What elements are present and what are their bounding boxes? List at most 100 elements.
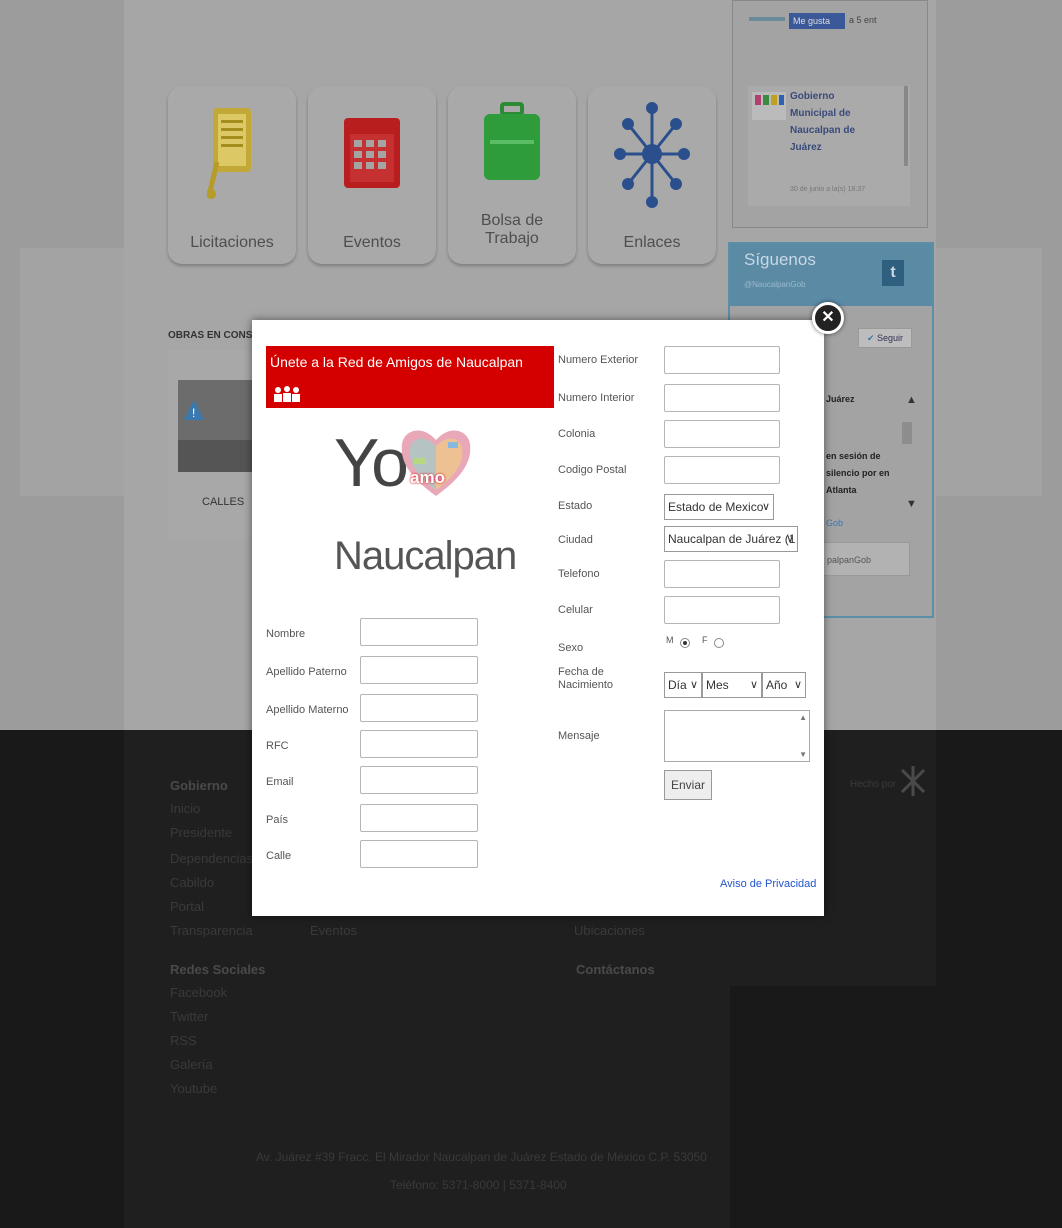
scroll-down-icon: ▼ [799,750,807,759]
field-label: Numero Exterior [558,354,639,366]
modal-banner: Únete a la Red de Amigos de Naucalpan [266,346,554,408]
privacy-link[interactable]: Aviso de Privacidad [720,878,816,890]
sexo-f-radio[interactable] [714,638,724,648]
pais-input[interactable] [360,804,478,832]
numero-interior-input[interactable] [664,384,780,412]
footer-link[interactable]: Inicio [170,800,200,818]
estado-value: Estado de Mexico [668,500,764,514]
logo-yo: Yo [334,425,409,501]
post-author[interactable]: Gobierno Municipal de Naucalpan de Juáre… [790,88,870,156]
tweet-input[interactable]: palpanGob [810,542,910,576]
telefono-input[interactable] [664,560,780,588]
footer-link[interactable]: Galería [170,1056,213,1074]
tweet-scrollbar[interactable] [902,422,912,444]
footer-phone: Teléfono: 5371-8000 | 5371-8400 [390,1178,567,1192]
twitter-header: Síguenos @NaucalpanGob t [730,244,932,306]
field-label: Estado [558,500,593,512]
ciudad-select[interactable]: Naucalpan de Juárez (1 ∨ [664,526,798,552]
calendar-icon [344,118,400,188]
field-label: Colonia [558,428,596,440]
scrollbar[interactable] [904,86,908,166]
tile-label: Bolsa de Trabajo [480,212,544,247]
like-button[interactable]: Me gusta [789,13,845,29]
footer-link[interactable]: Twitter [170,1008,208,1026]
footer-address: Av. Juárez #39 Fracc. El Mirador Naucalp… [256,1150,707,1164]
estado-select[interactable]: Estado de Mexico ∨ [664,494,774,520]
footer-link[interactable]: Dependencias [170,850,253,868]
field-label: Email [266,776,294,788]
tile-licitaciones[interactable]: Licitaciones [168,86,296,264]
numero-exterior-input[interactable] [664,346,780,374]
field-label: Telefono [558,568,600,580]
tile-label: Enlaces [623,234,681,251]
field-label: Apellido Materno [266,704,349,716]
anio-value: Año [766,678,788,692]
footer-link[interactable]: Youtube [170,1080,217,1098]
bird-icon: ✔ [866,333,875,343]
nombre-input[interactable] [360,618,478,646]
mes-select[interactable]: Mes ∨ [702,672,762,698]
logo-naucalpan: Naucalpan [334,534,517,578]
tile-enlaces[interactable]: Enlaces [588,86,716,264]
celular-input[interactable] [664,596,780,624]
like-count: a 5 ent [849,15,877,25]
footer-link[interactable]: Portal [170,898,204,916]
footer-link[interactable]: Eventos [310,922,357,940]
scroll-down-icon[interactable]: ▼ [906,498,917,510]
dia-select[interactable]: Día ∨ [664,672,702,698]
tile-eventos[interactable]: Eventos [308,86,436,264]
follow-label: Seguir [877,333,904,343]
twitter-logo-icon: t [882,260,904,286]
anio-select[interactable]: Año ∨ [762,672,806,698]
rfc-input[interactable] [360,730,478,758]
footer-heading-redes: Redes Sociales [170,962,266,977]
follow-button[interactable]: ✔ Seguir [858,328,912,348]
construction-photo: ! [178,380,258,472]
footer-link[interactable]: RSS [170,1032,197,1050]
field-label: Fecha de Nacimiento [558,666,614,691]
obras-title: OBRAS EN CONST [168,330,259,341]
mes-value: Mes [706,678,729,692]
tile-bolsa-de-trabajo[interactable]: Bolsa de Trabajo [448,86,576,264]
municipal-logo-icon [752,92,786,120]
footer-link[interactable]: Cabildo [170,874,214,892]
field-label: Nombre [266,628,306,640]
obras-card[interactable]: ! CALLES [168,350,258,540]
codigo-postal-input[interactable] [664,456,780,484]
apellido-paterno-input[interactable] [360,656,478,684]
send-button[interactable]: Enviar [664,770,712,800]
chevron-down-icon: ∨ [761,501,770,513]
colonia-input[interactable] [664,420,780,448]
sexo-m-radio[interactable] [680,638,690,648]
scroll-up-icon[interactable]: ▲ [906,394,917,406]
tweet-author: Juárez [826,394,855,404]
field-label: Mensaje [558,730,600,742]
footer-link[interactable]: Ubicaciones [574,922,645,940]
chevron-down-icon: ∨ [785,533,794,545]
footer-link[interactable]: Facebook [170,984,227,1002]
sexo-m-label: M [666,635,674,645]
svg-text:!: ! [192,406,195,420]
footer-link[interactable]: Transparencia [170,922,253,940]
tweet-link[interactable]: Gob [826,518,843,528]
field-label: Celular [558,604,593,616]
chevron-down-icon: ∨ [749,679,758,691]
field-label: Codigo Postal [558,464,627,476]
footer-link[interactable]: Presidente [170,824,232,842]
field-label: País [266,814,289,826]
obras-caption: CALLES [202,496,245,508]
apellido-materno-input[interactable] [360,694,478,722]
developer-logo-icon[interactable] [898,764,928,798]
sexo-f-label: F [702,635,708,645]
email-input[interactable] [360,766,478,794]
footer-heading-contacto: Contáctanos [576,962,655,977]
field-label: Sexo [558,642,584,654]
tile-label: Licitaciones [190,234,274,251]
footer-heading-gobierno: Gobierno [170,778,228,793]
mensaje-textarea[interactable]: ▲ ▼ [664,710,810,762]
tweet-text: en sesión de silencio por en Atlanta [826,451,890,495]
calle-input[interactable] [360,840,478,868]
close-icon[interactable]: ✕ [812,302,844,334]
tile-label: Eventos [343,234,401,251]
dia-value: Día [668,678,687,692]
